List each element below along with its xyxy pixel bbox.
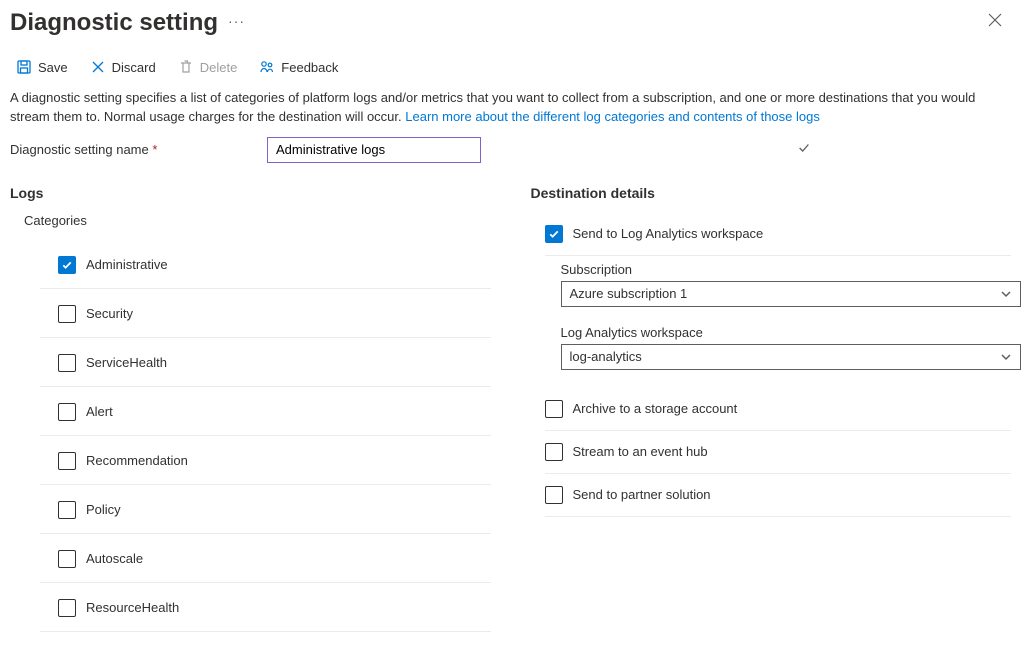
setting-name-row: Diagnostic setting name * (10, 137, 1011, 163)
category-label: ServiceHealth (86, 355, 167, 370)
more-icon[interactable]: ··· (228, 13, 245, 33)
setting-name-input[interactable] (267, 137, 481, 163)
category-row: ResourceHealth (40, 583, 491, 632)
checkbox-category-security[interactable] (58, 305, 76, 323)
delete-button: Delete (178, 59, 238, 75)
save-icon (16, 59, 32, 75)
required-indicator: * (152, 142, 157, 157)
checkbox-partner[interactable] (545, 486, 563, 504)
dest-storage-label: Archive to a storage account (573, 401, 738, 416)
category-label: Administrative (86, 257, 168, 272)
workspace-label: Log Analytics workspace (561, 325, 1012, 340)
checkbox-category-administrative[interactable] (58, 256, 76, 274)
category-label: Alert (86, 404, 113, 419)
category-row: Alert (40, 387, 491, 436)
categories-heading: Categories (24, 213, 491, 228)
feedback-button[interactable]: Feedback (259, 59, 338, 75)
category-label: Policy (86, 502, 121, 517)
close-button[interactable] (979, 8, 1011, 37)
checkbox-category-resourcehealth[interactable] (58, 599, 76, 617)
learn-more-link[interactable]: Learn more about the different log categ… (405, 109, 820, 124)
checkbox-category-alert[interactable] (58, 403, 76, 421)
checkbox-category-recommendation[interactable] (58, 452, 76, 470)
checkbox-category-autoscale[interactable] (58, 550, 76, 568)
dest-storage-row: Archive to a storage account (545, 388, 1012, 431)
chevron-down-icon (1000, 288, 1012, 300)
category-row: Recommendation (40, 436, 491, 485)
header: Diagnostic setting ··· (10, 8, 1011, 37)
feedback-icon (259, 59, 275, 75)
workspace-select[interactable]: log-analytics (561, 344, 1021, 370)
category-label: Recommendation (86, 453, 188, 468)
save-button[interactable]: Save (16, 59, 68, 75)
checkbox-category-policy[interactable] (58, 501, 76, 519)
description-text: A diagnostic setting specifies a list of… (10, 89, 1010, 127)
category-row: Security (40, 289, 491, 338)
dest-log-analytics-row: Send to Log Analytics workspace (545, 213, 1012, 255)
discard-button[interactable]: Discard (90, 59, 156, 75)
category-row: Policy (40, 485, 491, 534)
destination-section: Destination details Send to Log Analytic… (531, 183, 1012, 632)
subscription-select[interactable]: Azure subscription 1 (561, 281, 1021, 307)
dest-partner-label: Send to partner solution (573, 487, 711, 502)
checkbox-eventhub[interactable] (545, 443, 563, 461)
setting-name-label: Diagnostic setting name * (10, 142, 265, 157)
checkbox-log-analytics[interactable] (545, 225, 563, 243)
logs-section: Logs Categories Administrative Security Se… (10, 183, 491, 632)
category-row: Autoscale (40, 534, 491, 583)
category-label: Autoscale (86, 551, 143, 566)
destination-heading: Destination details (531, 185, 1012, 201)
page-title: Diagnostic setting (10, 9, 218, 37)
subscription-label: Subscription (561, 262, 1012, 277)
discard-icon (90, 59, 106, 75)
dest-eventhub-label: Stream to an event hub (573, 444, 708, 459)
category-row: ServiceHealth (40, 338, 491, 387)
toolbar: Save Discard Delete Feedback (10, 55, 1011, 89)
trash-icon (178, 59, 194, 75)
checkmark-icon (797, 141, 811, 158)
category-label: Security (86, 306, 133, 321)
checkbox-category-servicehealth[interactable] (58, 354, 76, 372)
checkbox-storage[interactable] (545, 400, 563, 418)
logs-heading: Logs (10, 185, 491, 201)
category-label: ResourceHealth (86, 600, 179, 615)
dest-partner-row: Send to partner solution (545, 474, 1012, 517)
category-row: Administrative (40, 240, 491, 289)
dest-eventhub-row: Stream to an event hub (545, 431, 1012, 474)
chevron-down-icon (1000, 351, 1012, 363)
dest-log-analytics-label: Send to Log Analytics workspace (573, 226, 764, 241)
